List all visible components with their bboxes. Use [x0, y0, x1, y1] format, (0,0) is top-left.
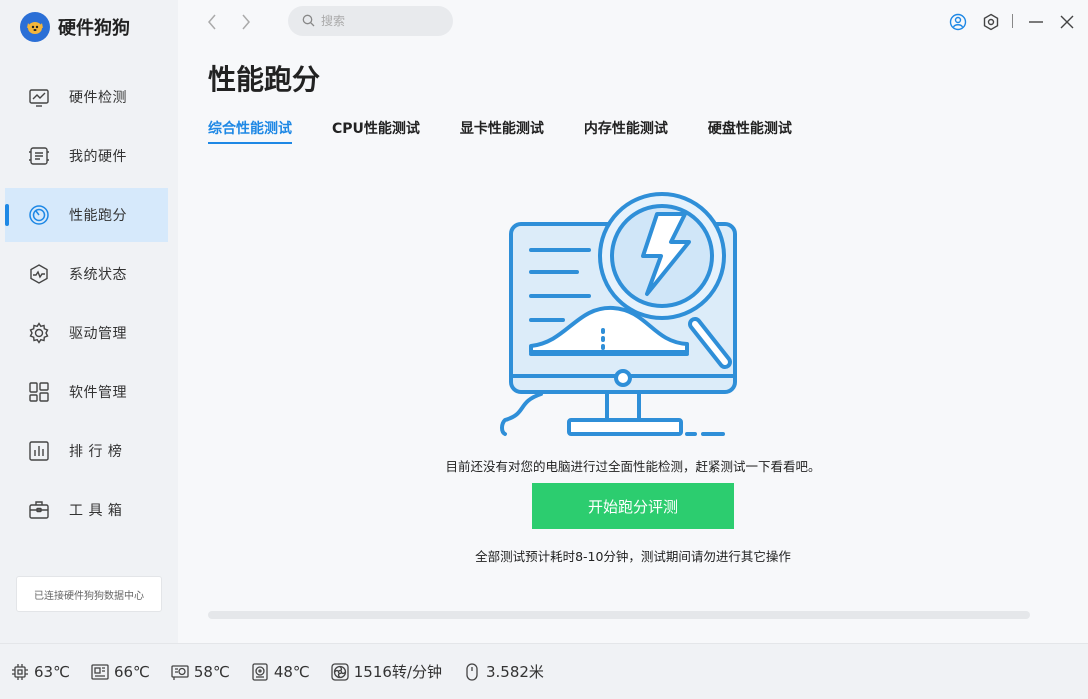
fan-speed-value: 1516转/分钟	[353, 663, 442, 681]
sidebar: 硬件狗狗 硬件检测 我的硬件 性能跑分 系统状态 驱动管理 软件管理 排 行 榜…	[0, 0, 178, 643]
minimize-icon[interactable]	[1025, 11, 1047, 33]
progress-track	[208, 611, 1030, 619]
sidebar-item-system-status[interactable]: 系统状态	[0, 247, 178, 301]
settings-icon[interactable]	[980, 11, 1002, 33]
benchmark-illustration	[497, 184, 737, 439]
user-icon[interactable]	[947, 11, 969, 33]
cpu-temp-value: 63℃	[34, 662, 70, 681]
sidebar-item-toolbox[interactable]: 工 具 箱	[0, 483, 178, 537]
benchmark-note: 全部测试预计耗时8-10分钟，测试期间请勿进行其它操作	[475, 549, 791, 564]
start-benchmark-button[interactable]: 开始跑分评测	[532, 483, 734, 529]
sidebar-item-my-hardware[interactable]: 我的硬件	[0, 129, 178, 183]
disk-temp: 48℃	[250, 662, 310, 682]
sidebar-item-label: 驱动管理	[69, 326, 127, 342]
topbar	[178, 0, 1088, 44]
sidebar-item-hardware-detect[interactable]: 硬件检测	[0, 70, 178, 124]
system-status-icon	[27, 262, 51, 286]
sidebar-item-driver-manage[interactable]: 驱动管理	[0, 306, 178, 360]
cpu-icon	[10, 662, 30, 682]
sidebar-item-label: 排 行 榜	[69, 444, 123, 460]
page-title: 性能跑分	[208, 63, 321, 96]
close-icon[interactable]	[1056, 11, 1078, 33]
tab-gpu[interactable]: 显卡性能测试	[460, 118, 544, 144]
fan-icon	[330, 662, 350, 682]
motherboard-icon	[90, 662, 110, 682]
tab-disk[interactable]: 硬盘性能测试	[708, 118, 792, 144]
motherboard-temp: 66℃	[90, 662, 150, 682]
search-icon	[302, 12, 315, 31]
sidebar-item-label: 我的硬件	[69, 149, 127, 165]
mouse-icon	[462, 662, 482, 682]
connection-status: 已连接硬件狗狗数据中心	[16, 576, 162, 612]
benchmark-tabs: 综合性能测试 CPU性能测试 显卡性能测试 内存性能测试 硬盘性能测试	[208, 118, 832, 144]
app-name: 硬件狗狗	[58, 18, 130, 39]
app-brand: 硬件狗狗	[20, 12, 130, 42]
ranking-chart-icon	[27, 439, 51, 463]
mouse-distance: 3.582米	[462, 661, 544, 682]
gpu-temp: 58℃	[170, 662, 230, 682]
dog-logo-icon	[20, 12, 50, 42]
apps-grid-icon	[27, 380, 51, 404]
topbar-divider	[1012, 14, 1013, 28]
back-arrow-icon[interactable]	[202, 12, 222, 32]
gear-icon	[27, 321, 51, 345]
sidebar-item-label: 硬件检测	[69, 90, 127, 106]
sidebar-item-benchmark[interactable]: 性能跑分	[5, 188, 168, 242]
fan-speed: 1516转/分钟	[330, 661, 442, 682]
disk-temp-value: 48℃	[273, 662, 310, 681]
sidebar-item-label: 系统状态	[69, 267, 127, 283]
search-input[interactable]	[321, 14, 441, 28]
gpu-icon	[170, 662, 190, 682]
main-content: 性能跑分 综合性能测试 CPU性能测试 显卡性能测试 内存性能测试 硬盘性能测试	[178, 44, 1088, 643]
hardware-board-icon	[27, 144, 51, 168]
tab-memory[interactable]: 内存性能测试	[584, 118, 668, 144]
sidebar-item-ranking[interactable]: 排 行 榜	[0, 424, 178, 478]
sidebar-item-label: 软件管理	[69, 385, 127, 401]
sidebar-nav: 硬件检测 我的硬件 性能跑分 系统状态 驱动管理 软件管理 排 行 榜 工 具 …	[0, 70, 178, 542]
sidebar-item-label: 工 具 箱	[69, 503, 123, 519]
toolbox-icon	[27, 498, 51, 522]
cpu-temp: 63℃	[10, 662, 70, 682]
mouse-distance-value: 3.582米	[485, 663, 544, 681]
sidebar-item-label: 性能跑分	[69, 208, 127, 224]
motherboard-temp-value: 66℃	[113, 662, 150, 681]
disk-icon	[250, 662, 270, 682]
search-box[interactable]	[288, 6, 453, 36]
monitor-chart-icon	[27, 85, 51, 109]
sidebar-item-software-manage[interactable]: 软件管理	[0, 365, 178, 419]
tab-cpu[interactable]: CPU性能测试	[332, 118, 420, 144]
benchmark-description: 目前还没有对您的电脑进行过全面性能检测，赶紧测试一下看看吧。	[445, 459, 821, 474]
status-footer: 63℃ 66℃ 58℃ 48℃ 1516转/分钟 3.582米	[0, 643, 1088, 699]
tab-overall[interactable]: 综合性能测试	[208, 118, 292, 144]
speedometer-icon	[27, 203, 51, 227]
gpu-temp-value: 58℃	[193, 662, 230, 681]
forward-arrow-icon[interactable]	[236, 12, 256, 32]
